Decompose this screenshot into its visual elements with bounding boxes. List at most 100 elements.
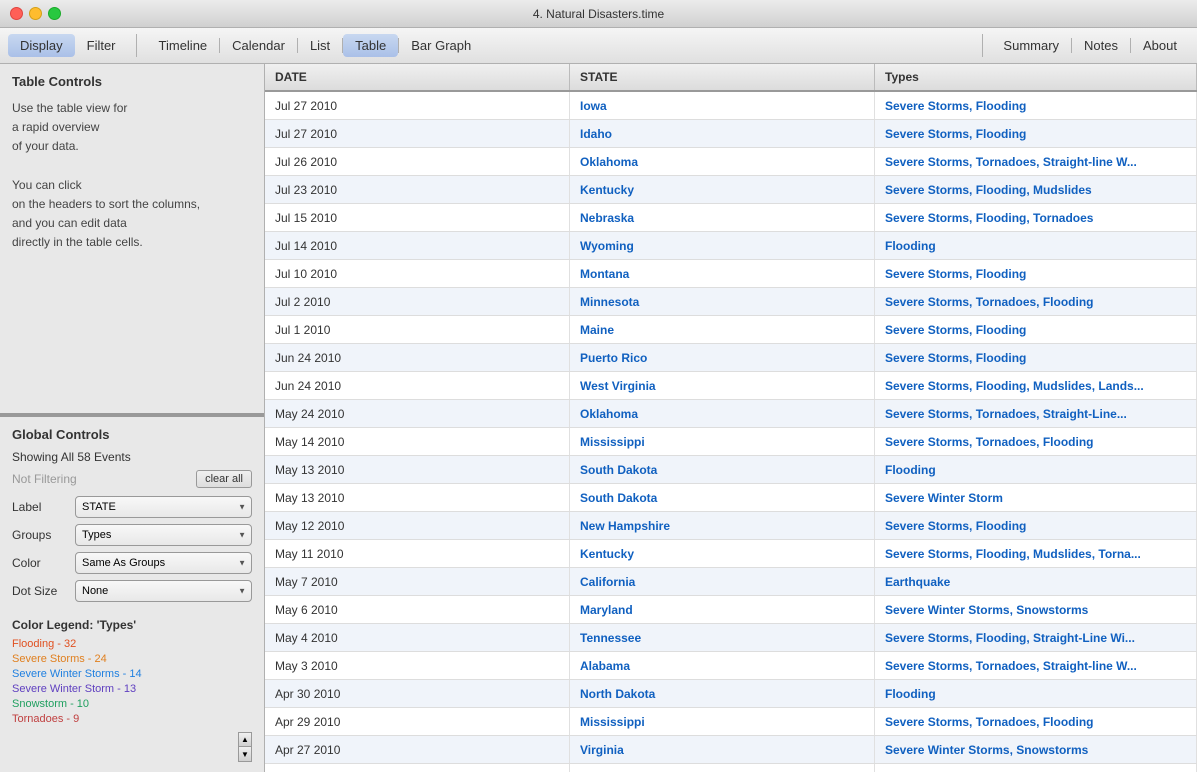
cell-types: Severe Storms, Flooding, Mudslides, Land… (875, 372, 1197, 399)
cell-state[interactable]: Kentucky (570, 540, 875, 567)
dot-size-label: Dot Size (12, 584, 67, 598)
summary-button[interactable]: Summary (991, 34, 1071, 57)
dot-size-select[interactable]: None (75, 580, 252, 602)
cell-types: Severe Storms, Flooding (875, 512, 1197, 539)
cell-types: Severe Winter Storm (875, 484, 1197, 511)
cell-date: May 13 2010 (265, 484, 570, 511)
label-select[interactable]: STATE (75, 496, 252, 518)
table-row: May 11 2010KentuckySevere Storms, Floodi… (265, 540, 1197, 568)
notes-button[interactable]: Notes (1072, 34, 1130, 57)
cell-state[interactable]: Tennessee (570, 624, 875, 651)
cell-date: May 4 2010 (265, 624, 570, 651)
cell-date: Jul 26 2010 (265, 148, 570, 175)
th-types[interactable]: Types (875, 64, 1197, 90)
cell-date: May 6 2010 (265, 596, 570, 623)
scroll-up-arrow[interactable]: ▲ (239, 733, 251, 747)
minimize-button[interactable] (29, 7, 42, 20)
table-row: Apr 30 2010North DakotaFlooding (265, 680, 1197, 708)
cell-state[interactable]: Mississippi (570, 708, 875, 735)
label-label: Label (12, 500, 67, 514)
bar-graph-button[interactable]: Bar Graph (399, 34, 483, 57)
table-row: Jul 1 2010MaineSevere Storms, Flooding (265, 316, 1197, 344)
cell-types: Flooding (875, 456, 1197, 483)
cell-types: Severe Storms, Flooding, Mudslides (875, 176, 1197, 203)
window-controls (10, 7, 61, 20)
table-row: May 7 2010CaliforniaEarthquake (265, 568, 1197, 596)
table-row: May 13 2010South DakotaSevere Winter Sto… (265, 484, 1197, 512)
table-header: DATE STATE Types (265, 64, 1197, 92)
th-date[interactable]: DATE (265, 64, 570, 90)
cell-state[interactable]: California (570, 568, 875, 595)
table-row: Jul 14 2010WyomingFlooding (265, 232, 1197, 260)
clear-all-button[interactable]: clear all (196, 470, 252, 488)
table-row: Jul 27 2010IowaSevere Storms, Flooding (265, 92, 1197, 120)
cell-state[interactable]: Iowa (570, 92, 875, 119)
table-row: May 3 2010AlabamaSevere Storms, Tornadoe… (265, 652, 1197, 680)
groups-select[interactable]: Types (75, 524, 252, 546)
scroll-down-arrow[interactable]: ▼ (239, 747, 251, 761)
color-legend: Color Legend: 'Types' Flooding - 32 Seve… (12, 618, 252, 728)
cell-state[interactable]: Nebraska (570, 204, 875, 231)
color-select[interactable]: Same As Groups (75, 552, 252, 574)
toolbar-center: Timeline Calendar List Table Bar Graph (137, 34, 983, 57)
cell-state[interactable]: Mississippi (570, 428, 875, 455)
sidebar-top: Table Controls Use the table view for a … (0, 64, 264, 415)
cell-state[interactable]: Virginia (570, 736, 875, 763)
cell-date: May 13 2010 (265, 456, 570, 483)
cell-state[interactable]: Maryland (570, 596, 875, 623)
cell-state[interactable]: North Dakota (570, 680, 875, 707)
timeline-button[interactable]: Timeline (147, 34, 220, 57)
list-button[interactable]: List (298, 34, 342, 57)
th-state[interactable]: STATE (570, 64, 875, 90)
cell-state[interactable]: Wyoming (570, 232, 875, 259)
cell-date: Apr 27 2010 (265, 736, 570, 763)
cell-date: May 3 2010 (265, 652, 570, 679)
maximize-button[interactable] (48, 7, 61, 20)
cell-state[interactable]: Alabama (570, 652, 875, 679)
cell-state[interactable]: Oklahoma (570, 400, 875, 427)
cell-state[interactable]: Oklahoma (570, 148, 875, 175)
cell-date: Jul 14 2010 (265, 232, 570, 259)
showing-events: Showing All 58 Events (12, 450, 252, 464)
cell-types: Severe Winter Storms, Snowstorms (875, 736, 1197, 763)
color-select-wrapper: Same As Groups (75, 552, 252, 574)
cell-types: Severe Storms, Flooding (875, 316, 1197, 343)
table-row: Jul 27 2010IdahoSevere Storms, Flooding (265, 120, 1197, 148)
cell-state[interactable]: South Dakota (570, 484, 875, 511)
table-row: May 13 2010South DakotaFlooding (265, 456, 1197, 484)
about-button[interactable]: About (1131, 34, 1189, 57)
cell-types: Severe Storms, Flooding, Straight-Line W… (875, 624, 1197, 651)
cell-state[interactable]: Minnesota (570, 288, 875, 315)
display-button[interactable]: Display (8, 34, 75, 57)
cell-date: Apr 30 2010 (265, 680, 570, 707)
filter-row: Not Filtering clear all (12, 470, 252, 488)
cell-state[interactable]: Idaho (570, 120, 875, 147)
toolbar: Display Filter Timeline Calendar List Ta… (0, 28, 1197, 64)
filter-button[interactable]: Filter (75, 34, 128, 57)
table-controls-desc: Use the table view for a rapid overview … (12, 99, 252, 253)
table-button[interactable]: Table (343, 34, 398, 57)
cell-date: Jul 27 2010 (265, 92, 570, 119)
cell-state[interactable]: Kentucky (570, 176, 875, 203)
table-controls-title: Table Controls (12, 74, 252, 89)
legend-snowstorm: Snowstorm - 10 (12, 698, 252, 710)
cell-date: Apr 29 2010 (265, 708, 570, 735)
cell-state[interactable]: West Virginia (570, 372, 875, 399)
table-row: Jul 2 2010MinnesotaSevere Storms, Tornad… (265, 288, 1197, 316)
close-button[interactable] (10, 7, 23, 20)
table-row: Apr 27 2010VirginiaSevere Winter Storms,… (265, 736, 1197, 764)
color-legend-title: Color Legend: 'Types' (12, 618, 252, 632)
cell-state[interactable]: Maine (570, 316, 875, 343)
cell-state[interactable]: Montana (570, 260, 875, 287)
cell-state[interactable]: Connecticut (570, 764, 875, 772)
calendar-button[interactable]: Calendar (220, 34, 297, 57)
cell-types: Severe Storms, Flooding, Tornadoes (875, 204, 1197, 231)
groups-label: Groups (12, 528, 67, 542)
window-title: 4. Natural Disasters.time (533, 7, 664, 21)
cell-date: May 11 2010 (265, 540, 570, 567)
cell-state[interactable]: South Dakota (570, 456, 875, 483)
cell-types: Severe Winter Storms, Snowstorms (875, 596, 1197, 623)
legend-severe-storms: Severe Storms - 24 (12, 653, 252, 665)
cell-state[interactable]: New Hampshire (570, 512, 875, 539)
cell-state[interactable]: Puerto Rico (570, 344, 875, 371)
